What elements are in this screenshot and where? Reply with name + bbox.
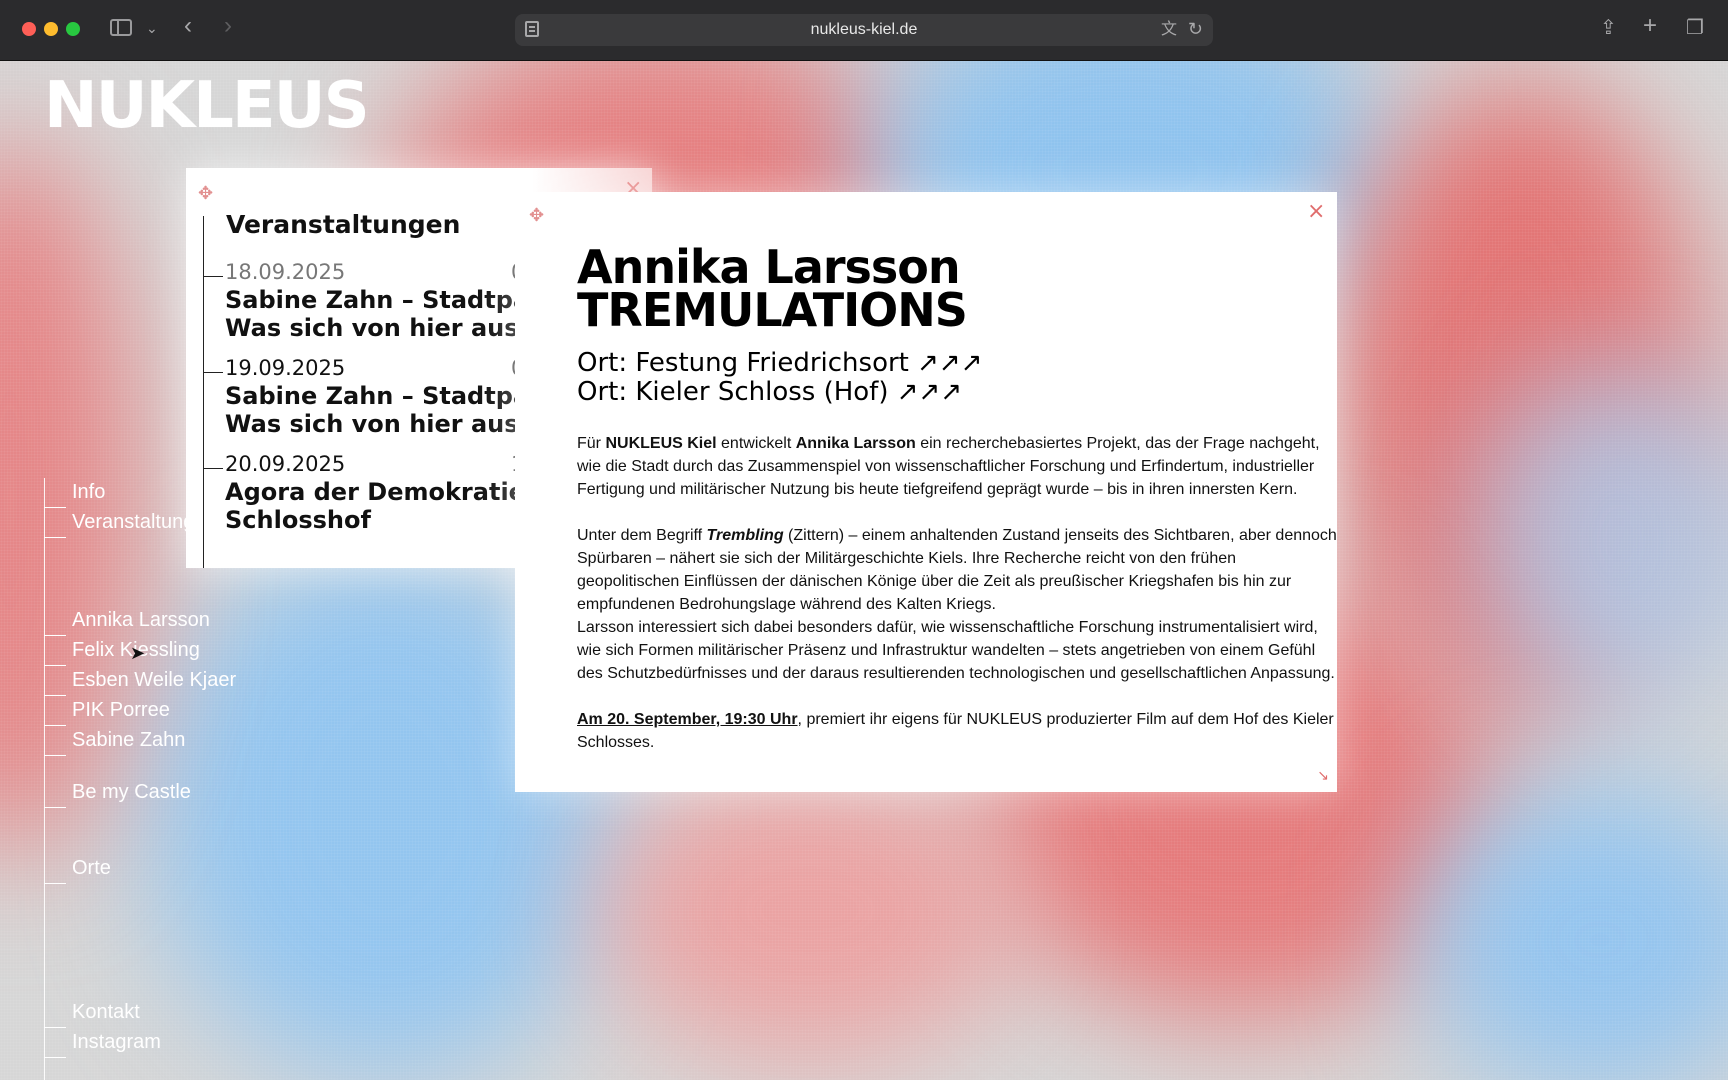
- paragraph: Unter dem Begriff Trembling (Zittern) – …: [577, 524, 1337, 616]
- nav-info[interactable]: Info: [44, 480, 105, 508]
- bold-text: NUKLEUS Kiel: [605, 435, 717, 452]
- text: Unter dem Begriff: [577, 527, 707, 544]
- event-date: 20.09.2025: [225, 452, 346, 476]
- move-icon[interactable]: ✥: [529, 206, 544, 224]
- resize-handle-icon[interactable]: ↘: [1317, 767, 1329, 784]
- events-title: Veranstaltungen: [226, 210, 461, 239]
- nav-artist-sabine-zahn[interactable]: Sabine Zahn: [44, 728, 185, 756]
- reload-icon[interactable]: ↻: [1188, 19, 1203, 39]
- new-tab-plus-icon[interactable]: +: [1643, 14, 1657, 38]
- nav-be-my-castle[interactable]: Be my Castle: [44, 780, 191, 808]
- close-icon[interactable]: ×: [1307, 201, 1325, 223]
- place-link-festung-friedrichsort[interactable]: Ort: Festung Friedrichsort ↗↗↗: [577, 348, 983, 378]
- forward-arrow-icon[interactable]: ›: [224, 14, 232, 38]
- event-date: 19.09.2025: [225, 356, 346, 380]
- sidebar-toggle-icon[interactable]: [110, 19, 132, 36]
- event-date: 18.09.2025: [225, 260, 346, 284]
- event-tick: [203, 468, 223, 469]
- place-link-kieler-schloss[interactable]: Ort: Kieler Schloss (Hof) ↗↗↗: [577, 377, 962, 407]
- premiere-date-link[interactable]: Am 20. September, 19:30 Uhr: [577, 711, 798, 728]
- back-arrow-icon[interactable]: ‹: [184, 14, 192, 38]
- text: Für: [577, 435, 606, 452]
- project-title: TREMULATIONS: [577, 283, 968, 337]
- nav-artist-felix-kiessling[interactable]: Felix Kiessling: [44, 638, 200, 666]
- nav-artist-pik-porree[interactable]: PIK Porree: [44, 698, 170, 726]
- tab-overview-icon[interactable]: ❐: [1686, 18, 1704, 38]
- address-bar[interactable]: nukleus-kiel.de 文 ↻: [515, 14, 1213, 46]
- nav-kontakt[interactable]: Kontakt: [44, 1000, 140, 1028]
- share-icon[interactable]: ⇪: [1600, 18, 1617, 38]
- page-content: NUKLEUS Info Veranstaltungen Annika Lars…: [0, 60, 1728, 1080]
- event-tick: [203, 372, 223, 373]
- nav-artist-annika-larsson[interactable]: Annika Larsson: [44, 608, 210, 636]
- paragraph: Für NUKLEUS Kiel entwickelt Annika Larss…: [577, 432, 1337, 501]
- mouse-cursor-icon: ➤: [130, 643, 146, 663]
- detail-body: Für NUKLEUS Kiel entwickelt Annika Larss…: [577, 432, 1337, 777]
- nav-line: [44, 478, 45, 1080]
- nav-orte[interactable]: Orte: [44, 856, 111, 884]
- artist-detail-panel[interactable]: ✥ × Annika Larsson TREMULATIONS Ort: Fes…: [515, 192, 1337, 792]
- url-text: nukleus-kiel.de: [810, 21, 918, 38]
- browser-toolbar: ⌄ ‹ › nukleus-kiel.de 文 ↻ ⇪ + ❐: [0, 0, 1728, 61]
- detail-title: Annika Larsson TREMULATIONS: [577, 244, 968, 333]
- minimize-window-button[interactable]: [44, 22, 58, 36]
- close-window-button[interactable]: [22, 22, 36, 36]
- zoom-window-button[interactable]: [66, 22, 80, 36]
- paragraph: Larsson interessiert sich dabei besonder…: [577, 619, 1335, 682]
- translate-icon[interactable]: 文: [1161, 20, 1177, 40]
- site-logo[interactable]: NUKLEUS: [44, 74, 370, 138]
- event-tick: [203, 276, 223, 277]
- bold-italic-term: Trembling: [706, 527, 784, 544]
- nav-artist-esben-weile-kjaer[interactable]: Esben Weile Kjaer: [44, 668, 236, 696]
- move-icon[interactable]: ✥: [198, 184, 213, 202]
- paragraph: Am 20. September, 19:30 Uhr, premiert ih…: [577, 708, 1337, 754]
- bold-text: Annika Larsson: [795, 435, 916, 452]
- text: entwickelt: [716, 435, 796, 452]
- chevron-down-icon[interactable]: ⌄: [146, 18, 158, 38]
- nav-instagram[interactable]: Instagram: [44, 1030, 161, 1058]
